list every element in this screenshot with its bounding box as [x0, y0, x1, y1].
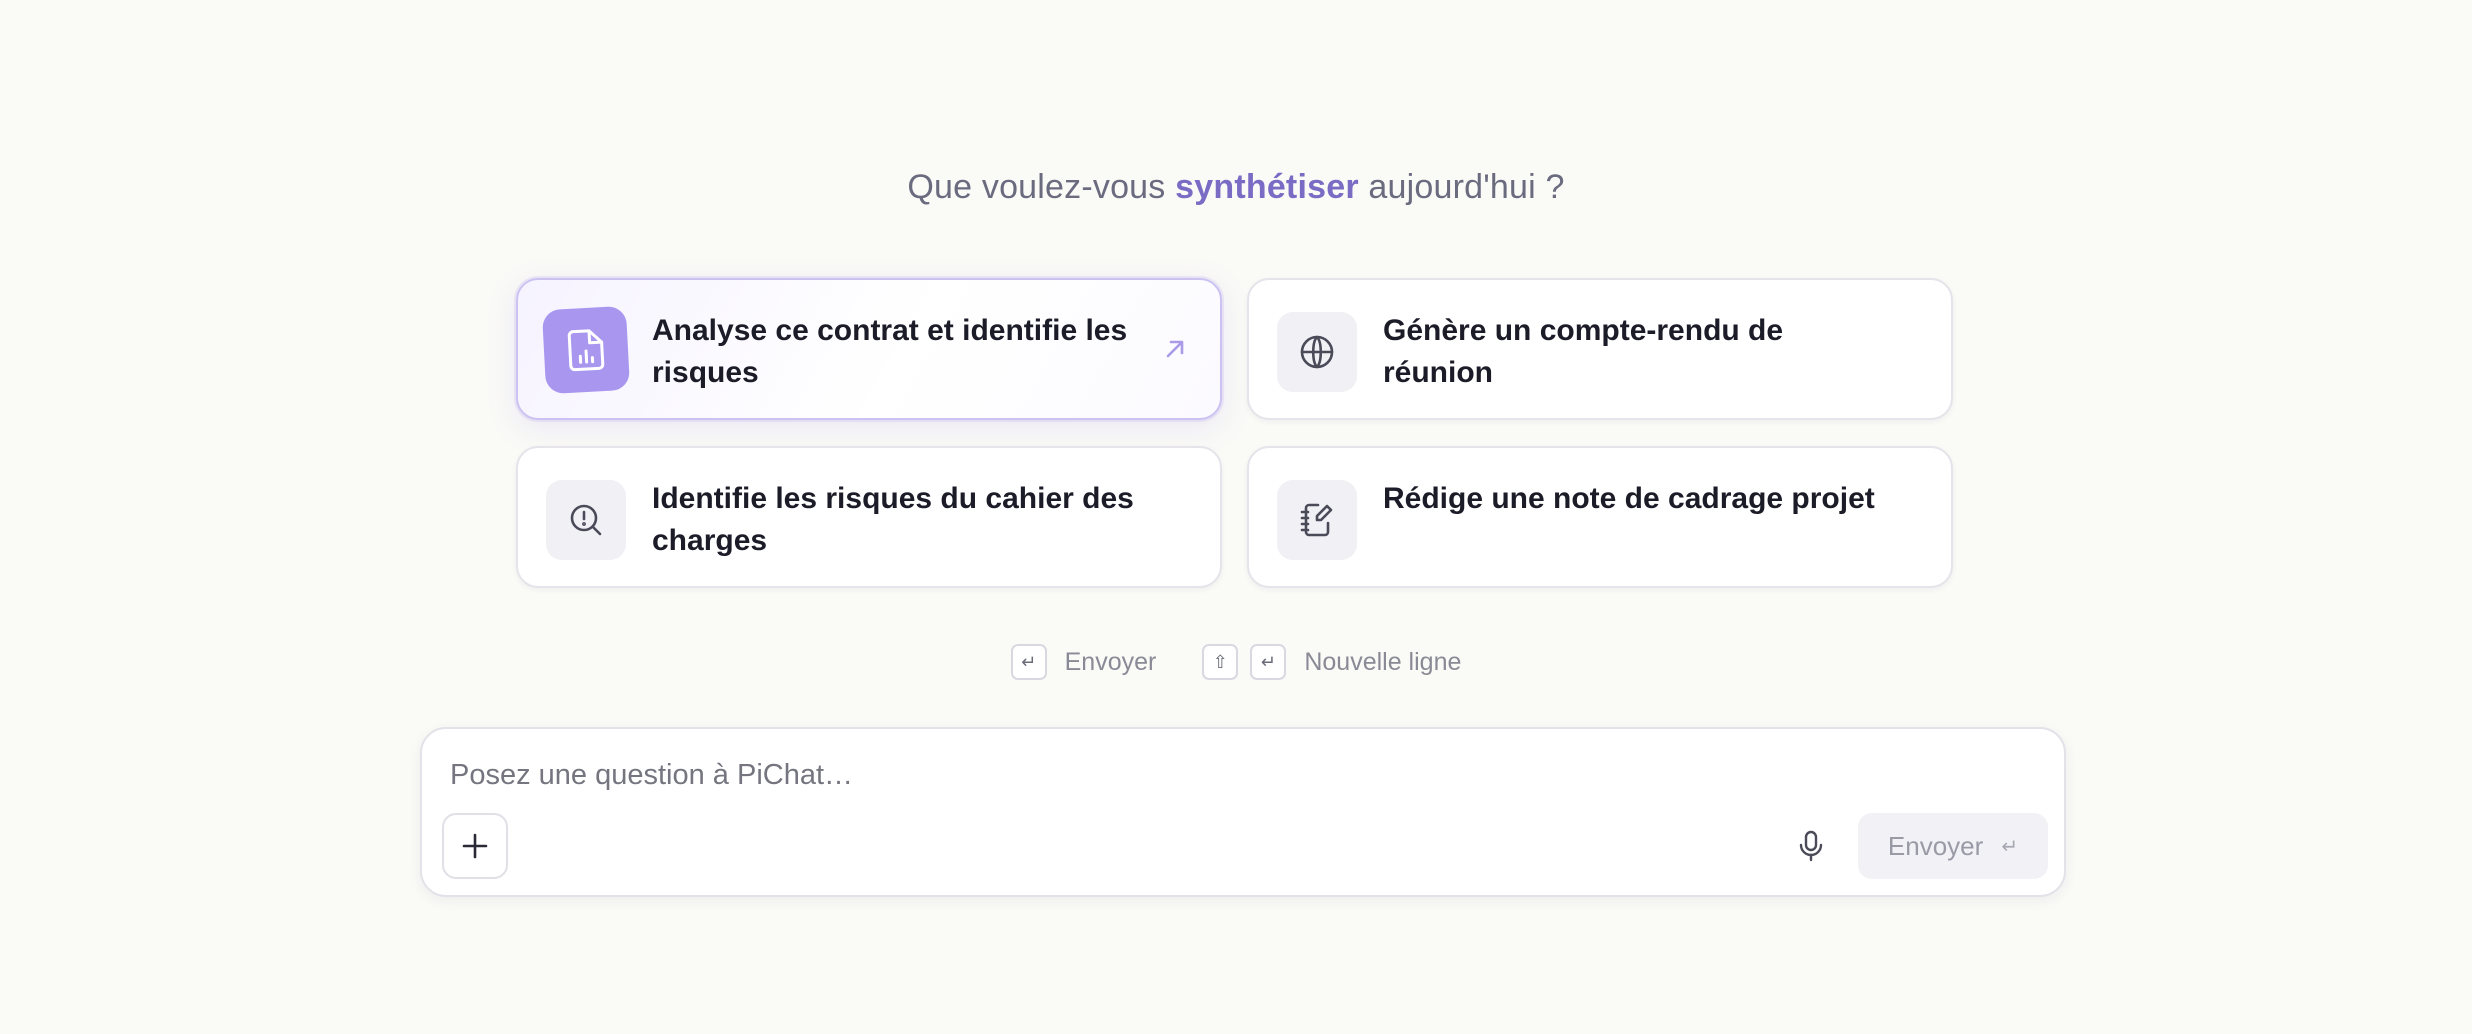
search-alert-icon	[546, 480, 626, 560]
page-heading: Que voulez-vous synthétiser aujourd'hui …	[0, 168, 2472, 207]
microphone-icon	[1799, 830, 1823, 862]
heading-suffix: aujourd'hui ?	[1358, 168, 1565, 206]
suggestion-card-analyse-contrat[interactable]: Analyse ce contrat et identifie les risq…	[516, 278, 1222, 420]
enter-key-icon: ↵	[2001, 835, 2019, 858]
suggestion-label: Génère un compte-rendu de réunion	[1383, 314, 1784, 389]
suggestion-card-compte-rendu[interactable]: Génère un compte-rendu de réunion	[1247, 278, 1953, 420]
globe-icon	[1277, 312, 1357, 392]
file-chart-icon	[541, 305, 631, 395]
microphone-button[interactable]	[1786, 821, 1836, 871]
send-button[interactable]: Envoyer ↵	[1858, 813, 2048, 879]
keyboard-hints: ↵ Envoyer ⇧ ↵ Nouvelle ligne	[0, 642, 2472, 682]
send-hint-label: Envoyer	[1064, 647, 1157, 676]
send-button-label: Envoyer	[1887, 830, 1984, 861]
attach-button[interactable]	[442, 813, 508, 879]
newline-hint-label: Nouvelle ligne	[1304, 647, 1462, 676]
suggestion-label: Rédige une note de cadrage projet	[1383, 482, 1875, 515]
suggestion-card-note-de-cadrage[interactable]: Rédige une note de cadrage projet	[1247, 446, 1953, 588]
message-composer: Envoyer ↵	[420, 727, 2066, 897]
heading-accent: synthétiser	[1175, 168, 1359, 206]
suggestion-label: Identifie les risques du cahier des char…	[652, 482, 1134, 557]
newline-hint: ⇧ ↵ Nouvelle ligne	[1202, 644, 1461, 680]
send-hint: ↵ Envoyer	[1010, 644, 1157, 680]
heading-prefix: Que voulez-vous	[907, 168, 1176, 206]
suggestion-label: Analyse ce contrat et identifie les risq…	[652, 314, 1128, 389]
enter-key-icon: ↵	[1010, 644, 1047, 680]
message-input[interactable]	[448, 749, 2012, 801]
suggestion-card-cahier-des-charges[interactable]: Identifie les risques du cahier des char…	[516, 446, 1222, 588]
notebook-pen-icon	[1277, 480, 1357, 560]
plus-icon	[462, 833, 488, 859]
arrow-up-right-icon	[1166, 340, 1184, 358]
shift-key-icon: ⇧	[1202, 644, 1239, 680]
enter-key-icon: ↵	[1250, 644, 1287, 680]
